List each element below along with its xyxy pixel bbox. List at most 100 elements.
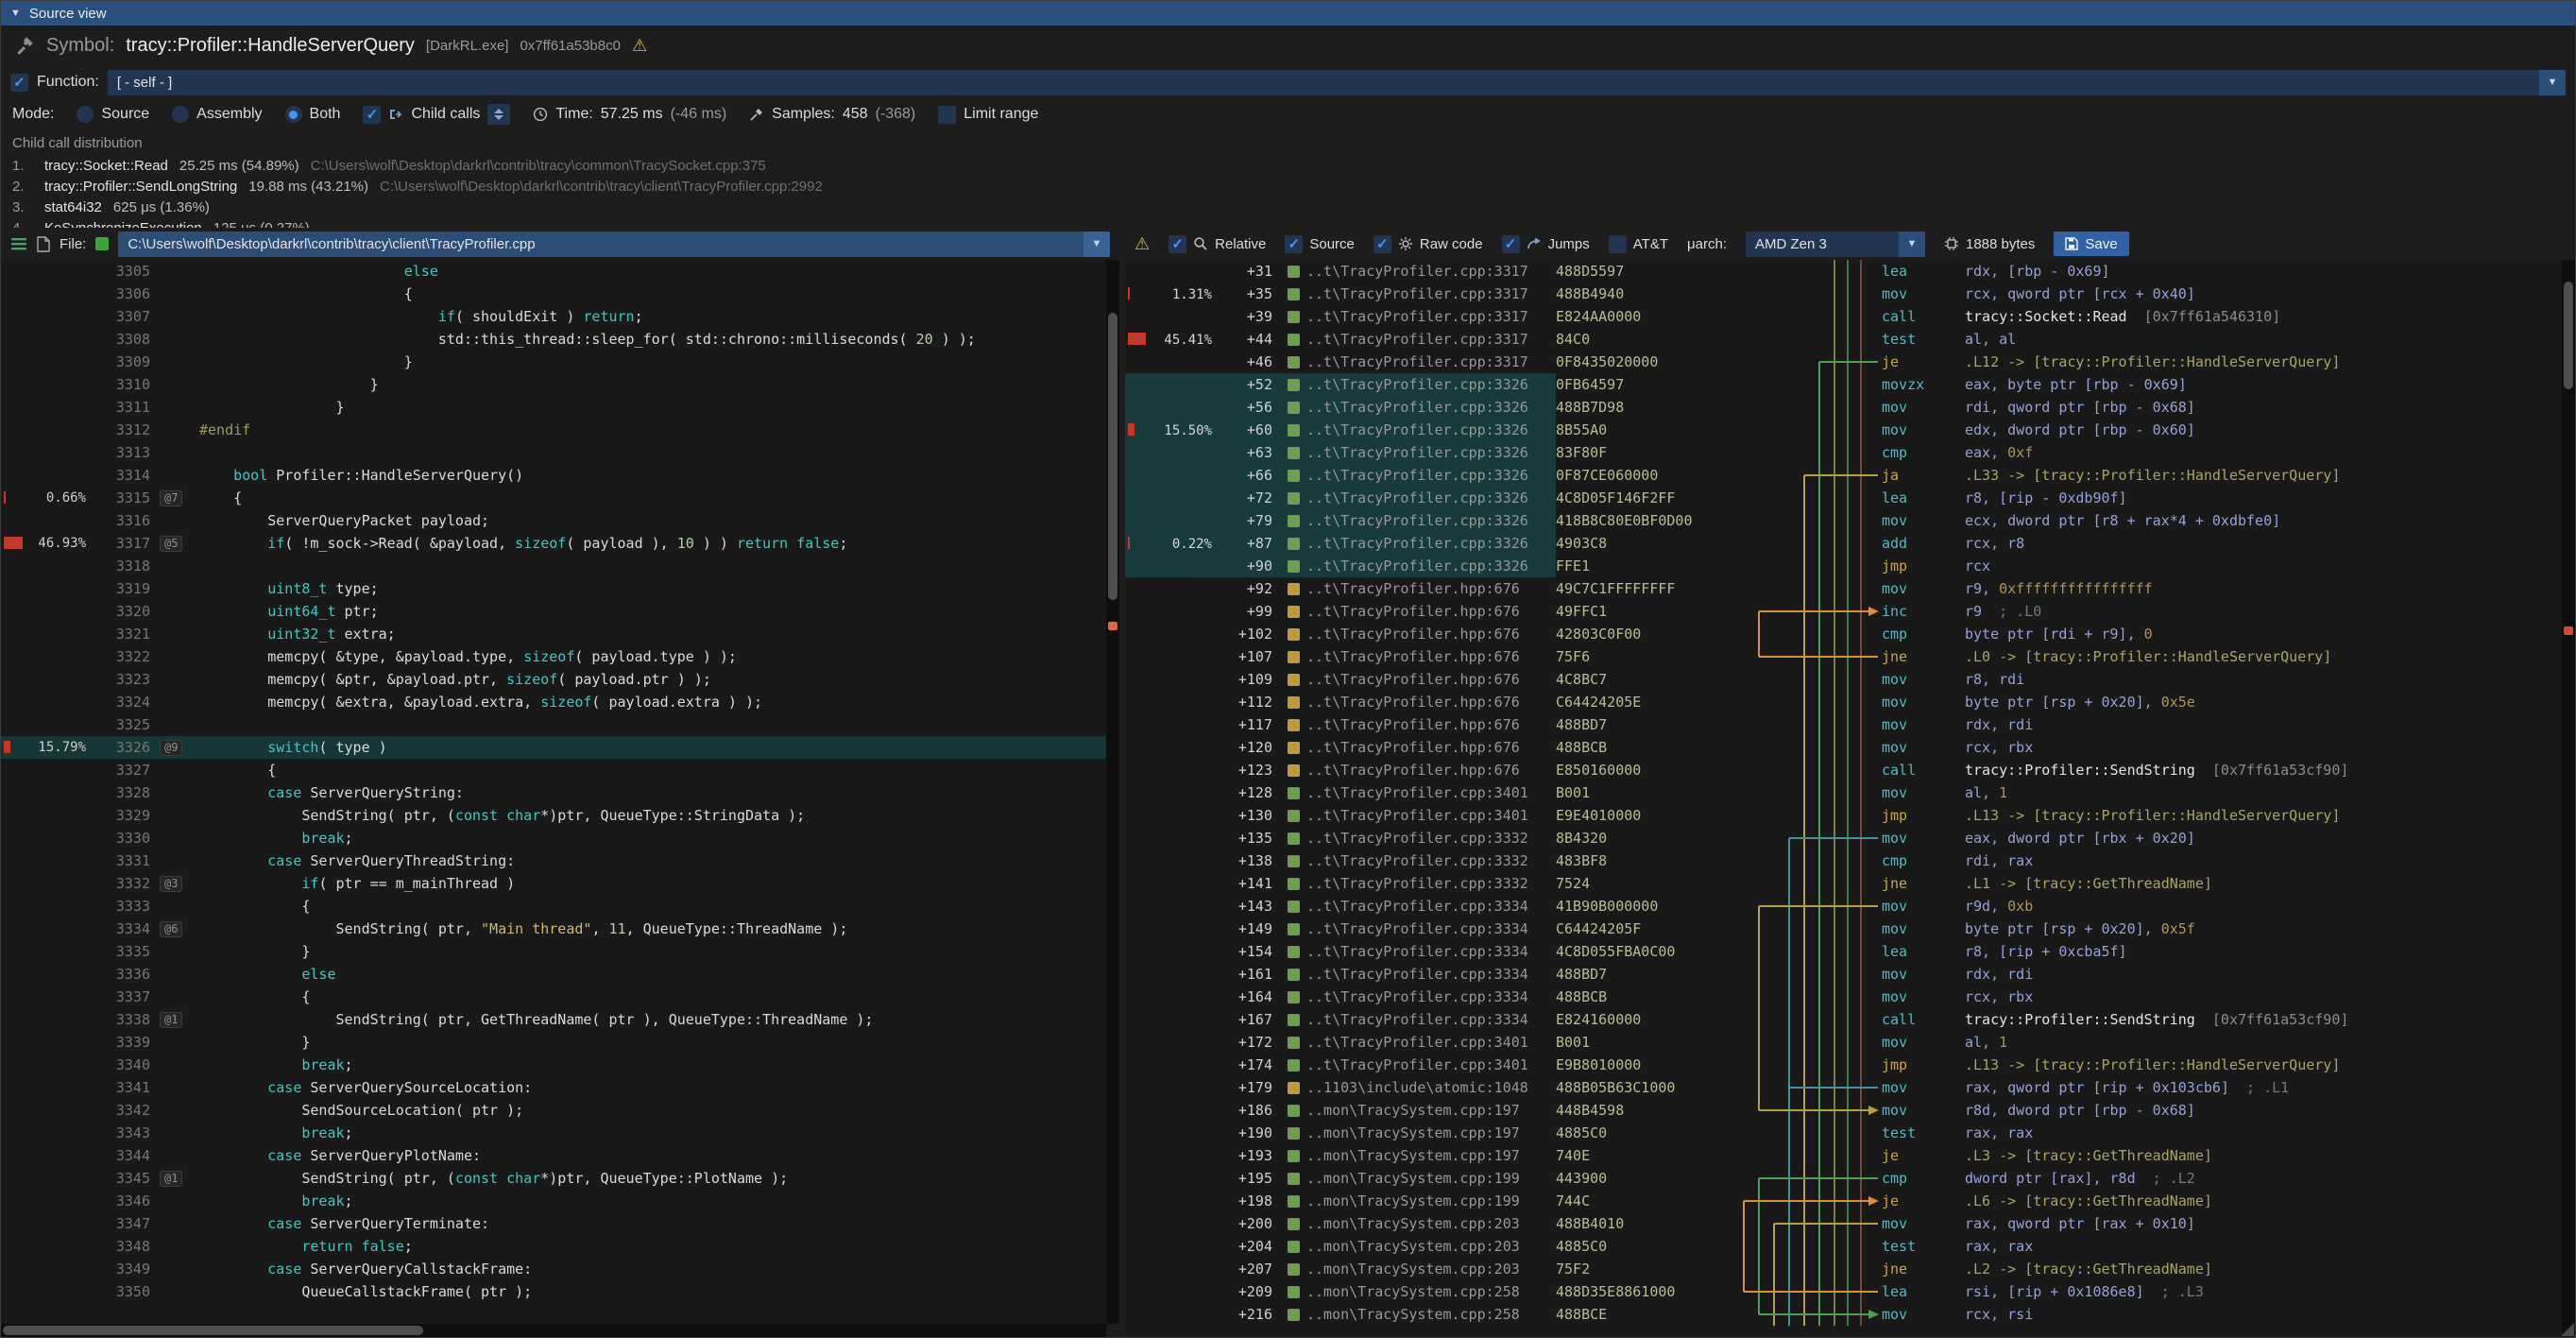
child-call-row[interactable]: 4.KeSynchronizeExecution125 μs (0.27%) <box>12 218 2564 228</box>
asm-row[interactable]: +164..t\TracyProfiler.cpp:3334488BCBmovr… <box>1125 986 2562 1008</box>
raw-code-toggle[interactable]: Raw code <box>1373 235 1483 253</box>
source-line[interactable]: 3336 else <box>1 963 1106 986</box>
radio-assembly[interactable]: Assembly <box>172 106 262 123</box>
asm-row[interactable]: +174..t\TracyProfiler.cpp:3401E9B8010000… <box>1125 1054 2562 1076</box>
file-combo[interactable]: C:\Users\wolf\Desktop\darkrl\contrib\tra… <box>118 232 1110 257</box>
source-line[interactable]: 46.93%3317@5 if( !m_sock->Read( &payload… <box>1 532 1106 555</box>
source-line[interactable]: 0.66%3315@7 { <box>1 487 1106 509</box>
raw-code-checkbox[interactable] <box>1373 235 1391 253</box>
source-line[interactable]: 3345@1 SendString( ptr, (const char*)ptr… <box>1 1167 1106 1190</box>
asm-row[interactable]: +209..mon\TracySystem.cpp:258488D35E8861… <box>1125 1280 2562 1303</box>
asm-row[interactable]: +52..t\TracyProfiler.cpp:33260FB64597mov… <box>1125 373 2562 396</box>
source-toggle[interactable]: Source <box>1285 235 1355 253</box>
att-toggle[interactable]: AT&T <box>1609 235 1668 253</box>
asm-row[interactable]: +109..t\TracyProfiler.hpp:6764C8BC7movr8… <box>1125 668 2562 691</box>
child-call-row[interactable]: 2.tracy::Profiler::SendLongString19.88 m… <box>12 177 2564 197</box>
radio-source[interactable]: Source <box>77 106 149 123</box>
asm-row[interactable]: +112..t\TracyProfiler.hpp:676C64424205Em… <box>1125 691 2562 713</box>
source-line[interactable]: 3323 memcpy( &ptr, &payload.ptr, sizeof(… <box>1 668 1106 691</box>
asm-row[interactable]: 45.41%+44..t\TracyProfiler.cpp:331784C0t… <box>1125 328 2562 351</box>
asm-row[interactable]: +39..t\TracyProfiler.cpp:3317E824AA0000c… <box>1125 305 2562 328</box>
asm-row[interactable]: +63..t\TracyProfiler.cpp:332683F80Fcmpea… <box>1125 441 2562 464</box>
file-list-icon[interactable] <box>10 236 27 251</box>
source-vertical-scrollbar[interactable] <box>1106 260 1119 1324</box>
source-line[interactable]: 3338@1 SendString( ptr, GetThreadName( p… <box>1 1008 1106 1031</box>
asm-row[interactable]: +90..t\TracyProfiler.cpp:3326FFE1jmprcx <box>1125 555 2562 577</box>
source-line[interactable]: 3324 memcpy( &extra, &payload.extra, siz… <box>1 691 1106 713</box>
asm-row[interactable]: +123..t\TracyProfiler.hpp:676E850160000c… <box>1125 759 2562 781</box>
asm-row[interactable]: +190..mon\TracySystem.cpp:1974885C0testr… <box>1125 1122 2562 1144</box>
asm-vertical-scrollbar[interactable] <box>2562 260 2575 1337</box>
asm-row[interactable]: 0.22%+87..t\TracyProfiler.cpp:33264903C8… <box>1125 532 2562 555</box>
child-calls-checkbox[interactable] <box>363 106 381 124</box>
source-line[interactable]: 3333 { <box>1 895 1106 918</box>
asm-row[interactable]: +135..t\TracyProfiler.cpp:33328B4320move… <box>1125 827 2562 849</box>
source-line[interactable]: 3318 <box>1 555 1106 577</box>
asm-row[interactable]: +102..t\TracyProfiler.hpp:67642803C0F00c… <box>1125 623 2562 645</box>
source-line[interactable]: 3311 } <box>1 396 1106 419</box>
asm-row[interactable]: +138..t\TracyProfiler.cpp:3332483BF8cmpr… <box>1125 849 2562 872</box>
source-line[interactable]: 3343 break; <box>1 1122 1106 1144</box>
asm-row[interactable]: +149..t\TracyProfiler.cpp:3334C64424205F… <box>1125 918 2562 940</box>
limit-range-checkbox[interactable] <box>938 106 956 124</box>
source-line[interactable]: 3346 break; <box>1 1190 1106 1212</box>
source-line[interactable]: 3325 <box>1 713 1106 736</box>
asm-row[interactable]: +31..t\TracyProfiler.cpp:3317488D5597lea… <box>1125 260 2562 283</box>
asm-row[interactable]: +46..t\TracyProfiler.cpp:33170F843502000… <box>1125 351 2562 373</box>
source-line[interactable]: 3342 SendSourceLocation( ptr ); <box>1 1099 1106 1122</box>
source-line[interactable]: 3341 case ServerQuerySourceLocation: <box>1 1076 1106 1099</box>
asm-row[interactable]: +198..mon\TracySystem.cpp:199744Cje.L6 -… <box>1125 1190 2562 1212</box>
radio-both[interactable]: Both <box>285 106 341 123</box>
source-line[interactable]: 3349 case ServerQueryCallstackFrame: <box>1 1258 1106 1280</box>
child-call-row[interactable]: 3.stat64i32625 μs (1.36%) <box>12 197 2564 218</box>
source-line[interactable]: 3316 ServerQueryPacket payload; <box>1 509 1106 532</box>
asm-row[interactable]: 1.31%+35..t\TracyProfiler.cpp:3317488B49… <box>1125 283 2562 305</box>
asm-row[interactable]: +193..mon\TracySystem.cpp:197740Eje.L3 -… <box>1125 1144 2562 1167</box>
att-checkbox[interactable] <box>1609 235 1627 253</box>
asm-row[interactable]: +117..t\TracyProfiler.hpp:676488BD7movrd… <box>1125 713 2562 736</box>
source-line[interactable]: 3327 { <box>1 759 1106 781</box>
asm-row[interactable]: +154..t\TracyProfiler.cpp:33344C8D055FBA… <box>1125 940 2562 963</box>
relative-checkbox[interactable] <box>1169 235 1186 253</box>
asm-row[interactable]: +79..t\TracyProfiler.cpp:3326418B8C80E0B… <box>1125 509 2562 532</box>
source-line[interactable]: 3347 case ServerQueryTerminate: <box>1 1212 1106 1235</box>
collapse-arrow-icon[interactable]: ▼ <box>10 8 21 19</box>
jumps-toggle[interactable]: Jumps <box>1502 235 1590 253</box>
source-line[interactable]: 3328 case ServerQueryString: <box>1 781 1106 804</box>
asm-row[interactable]: +128..t\TracyProfiler.cpp:3401B001moval,… <box>1125 781 2562 804</box>
uarch-combo[interactable]: AMD Zen 3 ▼ <box>1746 232 1925 257</box>
source-line[interactable]: 3348 return false; <box>1 1235 1106 1258</box>
asm-row[interactable]: +92..t\TracyProfiler.hpp:67649C7C1FFFFFF… <box>1125 577 2562 600</box>
relative-toggle[interactable]: Relative <box>1169 235 1266 253</box>
asm-row[interactable]: 15.50%+60..t\TracyProfiler.cpp:33268B55A… <box>1125 419 2562 441</box>
asm-row[interactable]: +172..t\TracyProfiler.cpp:3401B001moval,… <box>1125 1031 2562 1054</box>
asm-row[interactable]: +204..mon\TracySystem.cpp:2034885C0testr… <box>1125 1235 2562 1258</box>
save-button[interactable]: Save <box>2054 232 2128 256</box>
asm-vscroll-handle[interactable] <box>2564 282 2573 389</box>
jumps-checkbox[interactable] <box>1502 235 1520 253</box>
asm-row[interactable]: +130..t\TracyProfiler.cpp:3401E9E4010000… <box>1125 804 2562 827</box>
source-checkbox[interactable] <box>1285 235 1303 253</box>
asm-row[interactable]: +207..mon\TracySystem.cpp:20375F2jne.L2 … <box>1125 1258 2562 1280</box>
source-line[interactable]: 3313 <box>1 441 1106 464</box>
source-line[interactable]: 3331 case ServerQueryThreadString: <box>1 849 1106 872</box>
child-call-row[interactable]: 1.tracy::Socket::Read25.25 ms (54.89%)C:… <box>12 156 2564 177</box>
source-line[interactable]: 3312#endif <box>1 419 1106 441</box>
asm-row[interactable]: +66..t\TracyProfiler.cpp:33260F87CE06000… <box>1125 464 2562 487</box>
resize-grip[interactable] <box>2561 1323 2574 1336</box>
asm-row[interactable]: +200..mon\TracySystem.cpp:203488B4010mov… <box>1125 1212 2562 1235</box>
asm-row[interactable]: +186..mon\TracySystem.cpp:197448B4598mov… <box>1125 1099 2562 1122</box>
child-calls-toggle[interactable]: Child calls <box>363 104 510 125</box>
asm-row[interactable]: +99..t\TracyProfiler.hpp:67649FFC1incr9 … <box>1125 600 2562 623</box>
asm-row[interactable]: +56..t\TracyProfiler.cpp:3326488B7D98mov… <box>1125 396 2562 419</box>
asm-row[interactable]: +141..t\TracyProfiler.cpp:33327524jne.L1… <box>1125 872 2562 895</box>
child-calls-expand-button[interactable] <box>487 104 510 125</box>
source-line[interactable]: 3339 } <box>1 1031 1106 1054</box>
source-line[interactable]: 3332@3 if( ptr == m_mainThread ) <box>1 872 1106 895</box>
source-line[interactable]: 3334@6 SendString( ptr, "Main thread", 1… <box>1 918 1106 940</box>
asm-row[interactable]: +72..t\TracyProfiler.cpp:33264C8D05F146F… <box>1125 487 2562 509</box>
limit-range-toggle[interactable]: Limit range <box>938 106 1038 124</box>
source-vscroll-handle[interactable] <box>1108 313 1117 600</box>
asm-row[interactable]: +161..t\TracyProfiler.cpp:3334488BD7movr… <box>1125 963 2562 986</box>
source-line[interactable]: 3335 } <box>1 940 1106 963</box>
